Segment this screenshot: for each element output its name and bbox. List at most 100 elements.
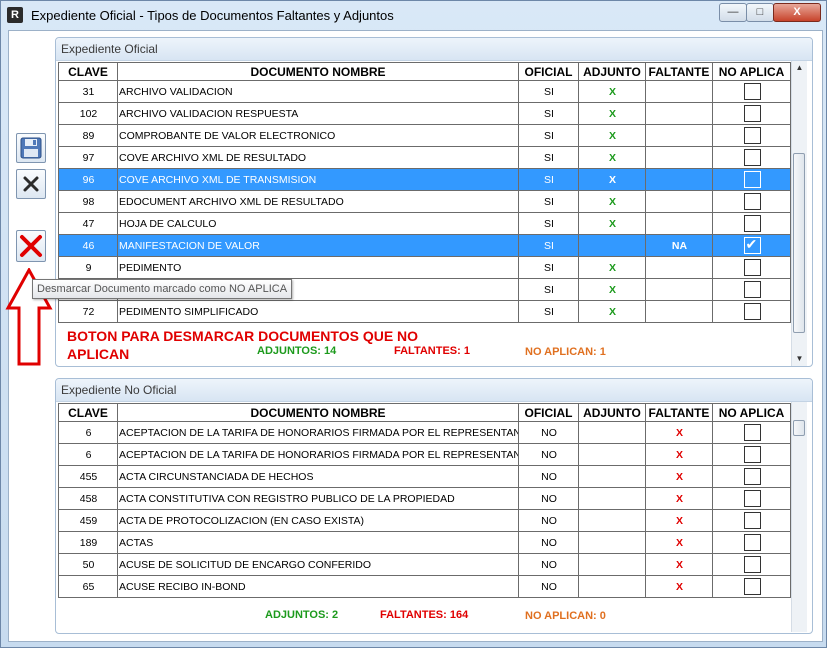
table-row[interactable]: 50 ACUSE DE SOLICITUD DE ENCARGO CONFERID…	[58, 553, 791, 576]
cell-oficial: SI	[518, 190, 579, 213]
cell-oficial: NO	[518, 531, 579, 554]
no-aplica-checkbox[interactable]	[743, 193, 761, 210]
col-header-faltante[interactable]: FALTANTE	[645, 403, 713, 422]
col-header-no-aplica[interactable]: NO APLICA	[712, 403, 791, 422]
col-header-adjunto[interactable]: ADJUNTO	[578, 403, 646, 422]
table-row[interactable]: 72 PEDIMENTO SIMPLIFICADO SI X	[58, 300, 791, 323]
unmark-no-aplica-button[interactable]	[16, 230, 46, 262]
cell-faltante: X	[645, 531, 713, 554]
cell-documento-nombre: HOJA DE CALCULO	[117, 212, 519, 235]
col-header-no-aplica[interactable]: NO APLICA	[712, 62, 791, 81]
cell-documento-nombre: ACTAS	[117, 531, 519, 554]
col-header-clave[interactable]: CLAVE	[58, 403, 118, 422]
cell-faltante	[645, 146, 713, 169]
no-aplica-checkbox[interactable]	[743, 446, 761, 463]
no-aplica-checkbox[interactable]	[743, 424, 761, 441]
col-header-adjunto[interactable]: ADJUNTO	[578, 62, 646, 81]
no-aplica-checkbox[interactable]	[743, 105, 761, 122]
cell-adjunto-mark: X	[608, 107, 616, 120]
col-header-faltante[interactable]: FALTANTE	[645, 62, 713, 81]
cell-faltante-mark: X	[675, 514, 683, 527]
no-aplica-checkbox[interactable]	[743, 127, 761, 144]
no-aplica-checkbox[interactable]	[743, 534, 761, 551]
table-row[interactable]: 455 ACTA CIRCUNSTANCIADA DE HECHOS NO X	[58, 465, 791, 488]
table-row[interactable]: 98 EDOCUMENT ARCHIVO XML DE RESULTADO SI X	[58, 190, 791, 213]
no-aplica-checkbox[interactable]	[743, 149, 761, 166]
close-document-button[interactable]	[16, 169, 46, 199]
table-row[interactable]: 6 ACEPTACION DE LA TARIFA DE HONORARIOS F…	[58, 421, 791, 444]
table-row[interactable]: 96 COVE ARCHIVO XML DE TRANSMISION SI X	[58, 168, 791, 191]
save-button[interactable]	[16, 133, 46, 163]
no-aplica-checkbox[interactable]	[743, 236, 761, 254]
table-row[interactable]: 459 ACTA DE PROTOCOLIZACION (EN CASO EXIS…	[58, 509, 791, 532]
cell-documento-nombre: ACUSE DE SOLICITUD DE ENCARGO CONFERIDO	[117, 553, 519, 576]
col-header-oficial[interactable]: OFICIAL	[518, 62, 579, 81]
cell-no-aplica	[712, 553, 791, 576]
cell-faltante	[645, 278, 713, 301]
title-bar[interactable]: R Expediente Oficial - Tipos de Document…	[1, 1, 826, 31]
col-header-oficial[interactable]: OFICIAL	[518, 403, 579, 422]
unmark-x-icon	[20, 235, 42, 257]
col-header-documento[interactable]: DOCUMENTO NOMBRE	[117, 403, 519, 422]
table-row[interactable]: 458 ACTA CONSTITUTIVA CON REGISTRO PUBLIC…	[58, 487, 791, 510]
table-row[interactable]: 46 MANIFESTACION DE VALOR SI NA	[58, 234, 791, 257]
no-aplica-checkbox[interactable]	[743, 512, 761, 529]
no-aplica-checkbox[interactable]	[743, 281, 761, 298]
no-aplica-checkbox[interactable]	[743, 468, 761, 485]
no-aplica-checkbox[interactable]	[743, 259, 761, 276]
no-aplica-checkbox[interactable]	[743, 303, 761, 320]
cell-no-aplica	[712, 443, 791, 466]
cell-faltante-mark: X	[675, 492, 683, 505]
vertical-scrollbar[interactable]	[791, 402, 807, 632]
no-aplica-checkbox[interactable]	[743, 83, 761, 100]
cell-oficial: SI	[518, 300, 579, 323]
cell-adjunto: X	[578, 212, 646, 235]
cell-clave: 89	[58, 124, 118, 147]
minimize-button[interactable]: —	[719, 3, 747, 22]
table-row[interactable]: 47 HOJA DE CALCULO SI X	[58, 212, 791, 235]
cell-faltante: X	[645, 421, 713, 444]
scroll-down-icon[interactable]: ▼	[792, 352, 807, 366]
cell-documento-nombre: MANIFESTACION DE VALOR	[117, 234, 519, 257]
no-aplica-checkbox[interactable]	[743, 490, 761, 507]
no-aplica-checkbox[interactable]	[743, 171, 761, 188]
table-row[interactable]: 97 COVE ARCHIVO XML DE RESULTADO SI X	[58, 146, 791, 169]
cell-clave: 72	[58, 300, 118, 323]
summary-faltantes: FALTANTES: 1	[394, 345, 470, 357]
table-row[interactable]: 9 PEDIMENTO SI X	[58, 256, 791, 279]
cell-adjunto: X	[578, 102, 646, 125]
table-row[interactable]: 6 ACEPTACION DE LA TARIFA DE HONORARIOS F…	[58, 443, 791, 466]
cell-documento-nombre: ARCHIVO VALIDACION RESPUESTA	[117, 102, 519, 125]
app-icon: R	[7, 7, 23, 23]
cell-oficial: SI	[518, 212, 579, 235]
col-header-documento[interactable]: DOCUMENTO NOMBRE	[117, 62, 519, 81]
close-button[interactable]: X	[773, 3, 821, 22]
cell-clave: 459	[58, 509, 118, 532]
cell-no-aplica	[712, 531, 791, 554]
no-aplica-checkbox[interactable]	[743, 578, 761, 595]
cell-faltante-mark: X	[675, 558, 683, 571]
table-row[interactable]: 31 ARCHIVO VALIDACION SI X	[58, 80, 791, 103]
cell-faltante: X	[645, 509, 713, 532]
cell-adjunto: X	[578, 168, 646, 191]
vertical-scrollbar[interactable]: ▲ ▼	[791, 61, 807, 366]
cell-oficial: NO	[518, 421, 579, 444]
cell-clave: 455	[58, 465, 118, 488]
table-row[interactable]: 189 ACTAS NO X	[58, 531, 791, 554]
table-row[interactable]: 102 ARCHIVO VALIDACION RESPUESTA SI X	[58, 102, 791, 125]
cell-documento-nombre: COVE ARCHIVO XML DE RESULTADO	[117, 146, 519, 169]
table-row[interactable]: 89 COMPROBANTE DE VALOR ELECTRONICO SI X	[58, 124, 791, 147]
scroll-thumb[interactable]	[793, 153, 805, 333]
col-header-clave[interactable]: CLAVE	[58, 62, 118, 81]
no-aplica-checkbox[interactable]	[743, 556, 761, 573]
cell-documento-nombre: ACTA CIRCUNSTANCIADA DE HECHOS	[117, 465, 519, 488]
scroll-up-icon[interactable]: ▲	[792, 61, 807, 75]
no-aplica-checkbox[interactable]	[743, 215, 761, 232]
cell-no-aplica	[712, 190, 791, 213]
summary-no-aplican: NO APLICAN: 1	[525, 346, 606, 358]
cell-adjunto	[578, 487, 646, 510]
cell-adjunto-mark: X	[608, 217, 616, 230]
table-row[interactable]: 65 ACUSE RECIBO IN-BOND NO X	[58, 575, 791, 598]
maximize-button[interactable]: □	[746, 3, 774, 22]
scroll-thumb[interactable]	[793, 420, 805, 436]
